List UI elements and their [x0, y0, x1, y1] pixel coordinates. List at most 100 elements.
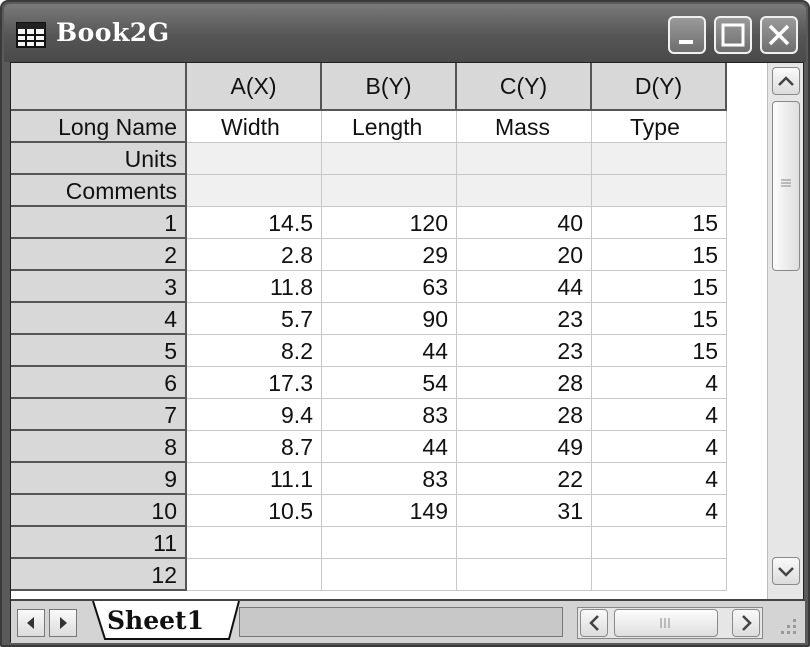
maximize-icon [721, 23, 745, 47]
grid-corner[interactable] [11, 63, 187, 111]
data-cell[interactable]: 14.5 [187, 207, 322, 239]
column-header[interactable]: B(Y) [322, 63, 457, 111]
data-cell[interactable]: 11.1 [187, 463, 322, 495]
vertical-scroll-thumb[interactable] [772, 101, 800, 271]
data-cell[interactable]: 31 [457, 495, 592, 527]
row-header[interactable]: 4 [11, 303, 187, 335]
data-cell[interactable] [457, 527, 592, 559]
data-cell[interactable]: 120 [322, 207, 457, 239]
horizontal-scrollbar[interactable] [577, 607, 763, 639]
data-cell[interactable]: 90 [322, 303, 457, 335]
comments-cell[interactable] [457, 175, 592, 207]
data-cell[interactable]: 149 [322, 495, 457, 527]
data-cell[interactable]: 15 [592, 239, 727, 271]
row-header-comments[interactable]: Comments [11, 175, 187, 207]
row-header[interactable]: 7 [11, 399, 187, 431]
sheet-bar: Sheet1 [11, 599, 805, 643]
data-cell[interactable] [187, 559, 322, 591]
scroll-right-button[interactable] [732, 609, 760, 637]
data-cell[interactable] [592, 527, 727, 559]
data-cell[interactable]: 2.8 [187, 239, 322, 271]
title-bar[interactable]: Book2G [4, 4, 806, 62]
maximize-button[interactable] [714, 16, 752, 54]
data-cell[interactable]: 9.4 [187, 399, 322, 431]
data-cell[interactable]: 20 [457, 239, 592, 271]
data-cell[interactable]: 11.8 [187, 271, 322, 303]
data-cell[interactable]: 15 [592, 207, 727, 239]
data-cell[interactable] [322, 559, 457, 591]
next-sheet-button[interactable] [49, 609, 77, 637]
data-cell[interactable]: 4 [592, 495, 727, 527]
data-cell[interactable] [187, 527, 322, 559]
data-cell[interactable]: 63 [322, 271, 457, 303]
column-header[interactable]: D(Y) [592, 63, 727, 111]
row-header[interactable]: 2 [11, 239, 187, 271]
row-header[interactable]: 9 [11, 463, 187, 495]
data-cell[interactable]: 29 [322, 239, 457, 271]
horizontal-scroll-thumb[interactable] [614, 609, 718, 637]
sheet-tab-sheet1[interactable]: Sheet1 [107, 606, 204, 635]
long-name-cell[interactable]: Length [322, 111, 457, 143]
triangle-left-icon [27, 617, 34, 629]
units-cell[interactable] [187, 143, 322, 175]
data-cell[interactable] [457, 559, 592, 591]
comments-cell[interactable] [322, 175, 457, 207]
data-cell[interactable]: 10.5 [187, 495, 322, 527]
data-cell[interactable]: 17.3 [187, 367, 322, 399]
data-cell[interactable]: 40 [457, 207, 592, 239]
close-button[interactable] [760, 16, 798, 54]
row-header[interactable]: 12 [11, 559, 187, 591]
worksheet-icon [16, 22, 46, 48]
data-cell[interactable]: 15 [592, 303, 727, 335]
column-header[interactable]: C(Y) [457, 63, 592, 111]
vertical-scrollbar[interactable] [767, 63, 803, 599]
data-cell[interactable]: 28 [457, 399, 592, 431]
long-name-cell[interactable]: Type [592, 111, 727, 143]
data-cell[interactable]: 83 [322, 399, 457, 431]
data-cell[interactable]: 22 [457, 463, 592, 495]
units-cell[interactable] [457, 143, 592, 175]
data-cell[interactable]: 44 [322, 335, 457, 367]
data-cell[interactable]: 15 [592, 271, 727, 303]
comments-cell[interactable] [592, 175, 727, 207]
data-cell[interactable]: 4 [592, 367, 727, 399]
long-name-cell[interactable]: Width [187, 111, 322, 143]
data-cell[interactable]: 8.2 [187, 335, 322, 367]
column-header[interactable]: A(X) [187, 63, 322, 111]
data-cell[interactable]: 23 [457, 303, 592, 335]
data-cell[interactable]: 4 [592, 463, 727, 495]
data-cell[interactable] [592, 559, 727, 591]
row-header[interactable]: 6 [11, 367, 187, 399]
data-cell[interactable]: 28 [457, 367, 592, 399]
prev-sheet-button[interactable] [17, 609, 45, 637]
data-cell[interactable]: 49 [457, 431, 592, 463]
scroll-up-button[interactable] [772, 67, 800, 95]
row-header[interactable]: 11 [11, 527, 187, 559]
row-header[interactable]: 3 [11, 271, 187, 303]
data-cell[interactable]: 44 [457, 271, 592, 303]
data-cell[interactable]: 23 [457, 335, 592, 367]
row-header-long-name[interactable]: Long Name [11, 111, 187, 143]
data-cell[interactable]: 83 [322, 463, 457, 495]
scroll-left-button[interactable] [580, 609, 608, 637]
units-cell[interactable] [592, 143, 727, 175]
data-cell[interactable]: 4 [592, 399, 727, 431]
data-cell[interactable] [322, 527, 457, 559]
row-header[interactable]: 5 [11, 335, 187, 367]
long-name-cell[interactable]: Mass [457, 111, 592, 143]
row-header[interactable]: 1 [11, 207, 187, 239]
minimize-button[interactable] [668, 16, 706, 54]
comments-cell[interactable] [187, 175, 322, 207]
data-cell[interactable]: 54 [322, 367, 457, 399]
row-header-units[interactable]: Units [11, 143, 187, 175]
data-cell[interactable]: 44 [322, 431, 457, 463]
row-header[interactable]: 8 [11, 431, 187, 463]
data-cell[interactable]: 5.7 [187, 303, 322, 335]
data-cell[interactable]: 15 [592, 335, 727, 367]
resize-grip-icon[interactable] [769, 609, 801, 639]
data-cell[interactable]: 4 [592, 431, 727, 463]
data-cell[interactable]: 8.7 [187, 431, 322, 463]
row-header[interactable]: 10 [11, 495, 187, 527]
scroll-down-button[interactable] [772, 557, 800, 585]
units-cell[interactable] [322, 143, 457, 175]
